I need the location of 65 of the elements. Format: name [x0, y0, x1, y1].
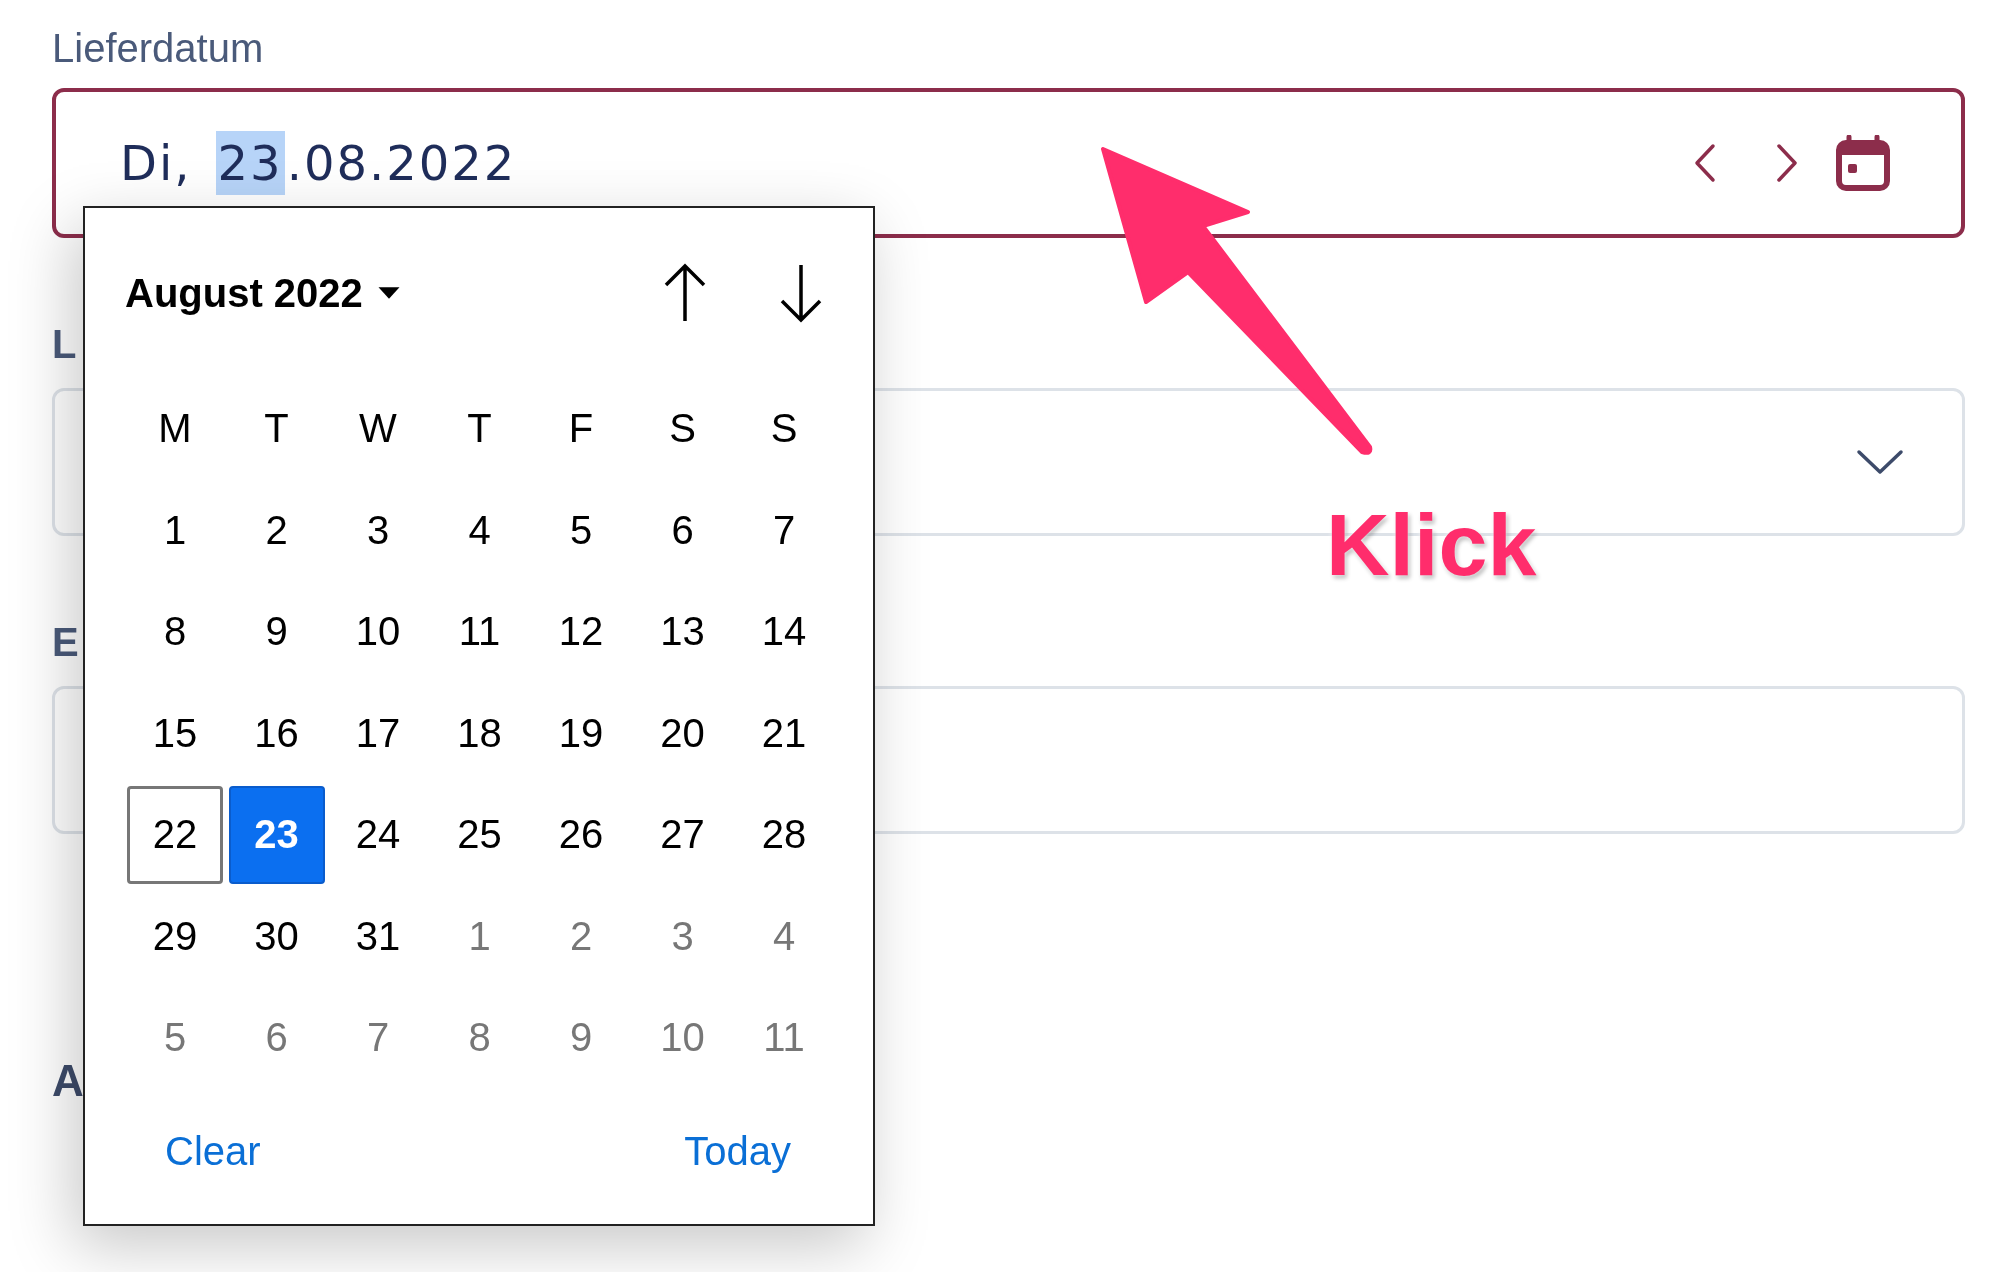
calendar-day[interactable]: 5 — [533, 481, 629, 579]
month-dropdown[interactable]: August 2022 — [125, 270, 401, 316]
weekday-label: W — [358, 405, 398, 453]
field-label: E — [52, 619, 79, 666]
annotation-text: Klick — [1326, 494, 1537, 596]
today-link[interactable]: Today — [684, 1128, 791, 1174]
calendar-day[interactable]: 6 — [634, 481, 731, 579]
calendar-day[interactable]: 18 — [431, 684, 528, 782]
calendar-day[interactable]: 25 — [431, 786, 528, 884]
calendar-day[interactable]: 15 — [127, 684, 223, 782]
calendar-day[interactable]: 24 — [330, 786, 426, 884]
calendar-day[interactable]: 8 — [431, 989, 528, 1087]
chevron-down-icon[interactable] — [1856, 448, 1904, 476]
calendar-day[interactable]: 27 — [634, 786, 731, 884]
weekday-label: S — [769, 405, 799, 453]
calendar-icon[interactable] — [1835, 135, 1891, 191]
calendar-day[interactable]: 13 — [634, 583, 731, 681]
calendar-day[interactable]: 9 — [228, 583, 325, 681]
calendar-day[interactable]: 2 — [228, 481, 325, 579]
calendar-day[interactable]: 21 — [736, 684, 832, 782]
weekday-label: T — [466, 405, 493, 453]
calendar-day[interactable]: 26 — [533, 786, 629, 884]
calendar-day[interactable]: 1 — [431, 887, 528, 985]
calendar-day[interactable]: 7 — [330, 989, 426, 1087]
weekday-label: T — [263, 405, 290, 453]
calendar-day[interactable]: 28 — [736, 786, 832, 884]
calendar-day[interactable]: 1 — [127, 481, 223, 579]
calendar-day[interactable]: 8 — [127, 583, 223, 681]
field-label: L — [52, 321, 77, 368]
calendar-day[interactable]: 22 — [127, 786, 223, 884]
section-heading: A — [52, 1056, 84, 1106]
calendar-day[interactable]: 11 — [431, 583, 528, 681]
calendar-day[interactable]: 9 — [533, 989, 629, 1087]
arrow-up-icon[interactable] — [663, 263, 707, 323]
date-segment[interactable]: Di, — [118, 131, 194, 195]
calendar-day[interactable]: 10 — [634, 989, 731, 1087]
calendar-day[interactable]: 16 — [228, 684, 325, 782]
calendar-day[interactable]: 3 — [634, 887, 731, 985]
field-label: Lieferdatum — [52, 25, 264, 72]
calendar-day[interactable]: 11 — [736, 989, 832, 1087]
weekday-label: S — [668, 405, 697, 453]
weekday-label: M — [157, 405, 193, 453]
calendar-day[interactable]: 3 — [330, 481, 426, 579]
calendar-day[interactable]: 14 — [736, 583, 832, 681]
calendar-day[interactable]: 23 — [228, 786, 325, 884]
calendar-day[interactable]: 30 — [228, 887, 325, 985]
calendar-day[interactable]: 5 — [127, 989, 223, 1087]
clear-link[interactable]: Clear — [165, 1128, 261, 1174]
calendar-day[interactable]: 7 — [736, 481, 832, 579]
calendar-day[interactable]: 17 — [330, 684, 426, 782]
calendar-day[interactable]: 19 — [533, 684, 629, 782]
calendar-day[interactable]: 10 — [330, 583, 426, 681]
weekday-label: F — [567, 405, 595, 453]
arrow-down-icon[interactable] — [779, 263, 823, 323]
calendar-day[interactable]: 29 — [127, 887, 223, 985]
calendar-day[interactable]: 2 — [533, 887, 629, 985]
date-segment[interactable]: .08.2022 — [284, 131, 519, 195]
calendar-day[interactable]: 20 — [634, 684, 731, 782]
date-segment[interactable]: 23 — [215, 131, 285, 195]
calendar-day[interactable]: 4 — [431, 481, 528, 579]
calendar-day[interactable]: 31 — [330, 887, 426, 985]
calendar-day[interactable]: 12 — [533, 583, 629, 681]
calendar-day[interactable]: 6 — [228, 989, 325, 1087]
calendar-day[interactable]: 4 — [736, 887, 832, 985]
caret-icon — [376, 286, 401, 300]
